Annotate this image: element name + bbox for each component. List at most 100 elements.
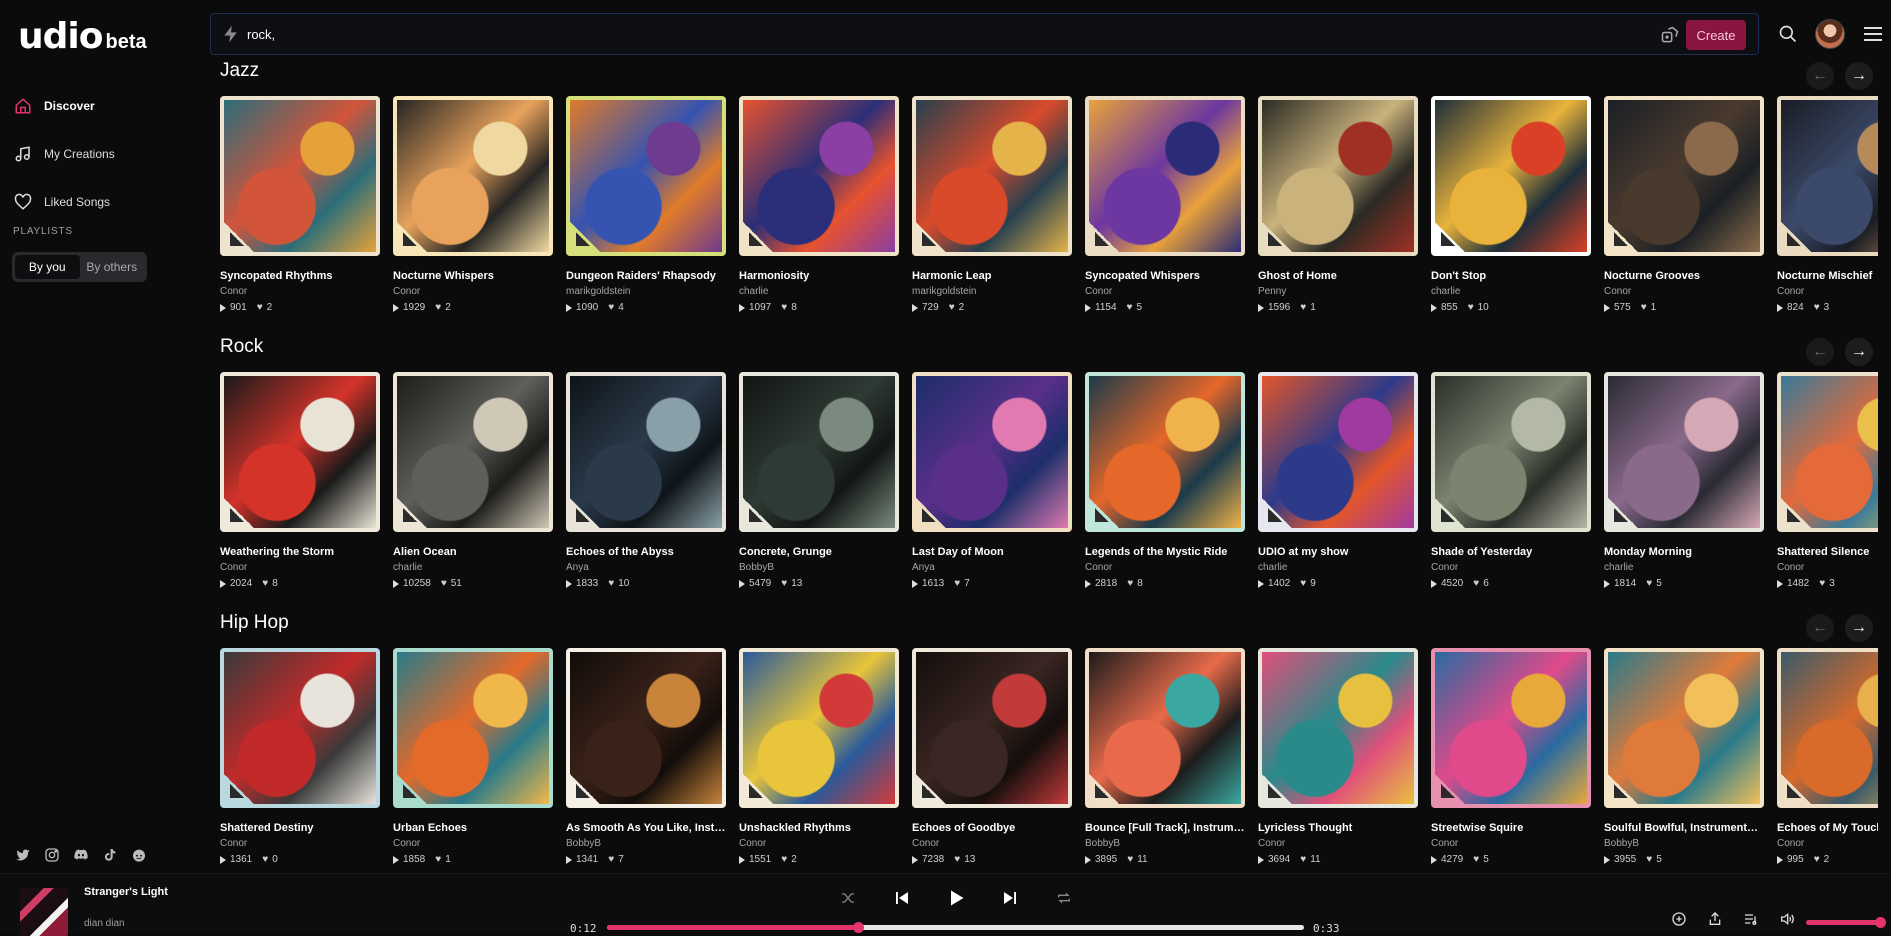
song-card[interactable]: Shade of Yesterday Conor 4520 ♥ 6 [1431,372,1591,589]
random-prompt-icon[interactable] [1660,25,1680,45]
song-card[interactable]: Ghost of Home Penny 1596 ♥ 1 [1258,96,1418,313]
song-artist[interactable]: BobbyB [566,838,726,849]
song-artist[interactable]: Conor [1431,838,1591,849]
song-artist[interactable]: Conor [1258,838,1418,849]
song-card[interactable]: Concrete, Grunge BobbyB 5479 ♥ 13 [739,372,899,589]
song-cover-art[interactable] [1085,96,1245,256]
song-artist[interactable]: marikgoldstein [566,286,726,297]
song-cover-art[interactable] [1777,372,1878,532]
song-artist[interactable]: Conor [220,838,380,849]
song-title[interactable]: Last Day of Moon [912,546,1072,558]
song-title[interactable]: Syncopated Whispers [1085,270,1245,282]
queue-icon[interactable] [1742,910,1760,928]
song-artist[interactable]: Conor [393,286,553,297]
song-artist[interactable]: charlie [739,286,899,297]
discord-icon[interactable] [72,846,89,863]
song-card[interactable]: Syncopated Whispers Conor 1154 ♥ 5 [1085,96,1245,313]
prompt-input[interactable] [247,22,1547,46]
song-card[interactable]: Echoes of Goodbye Conor 7238 ♥ 13 [912,648,1072,865]
song-cover-art[interactable] [1085,648,1245,808]
song-cover-art[interactable] [912,648,1072,808]
song-card[interactable]: Last Day of Moon Anya 1613 ♥ 7 [912,372,1072,589]
play-icon[interactable] [946,888,966,908]
song-artist[interactable]: charlie [1604,562,1764,573]
song-title[interactable]: Shade of Yesterday [1431,546,1591,558]
song-title[interactable]: Shattered Destiny [220,822,380,834]
song-title[interactable]: Weathering the Storm [220,546,380,558]
song-artist[interactable]: Conor [393,838,553,849]
song-cover-art[interactable] [739,372,899,532]
tiktok-icon[interactable] [101,846,118,863]
song-artist[interactable]: Conor [220,562,380,573]
song-card[interactable]: Lyricless Thought Conor 3694 ♥ 11 [1258,648,1418,865]
scroll-right-button[interactable]: → [1845,338,1873,366]
song-title[interactable]: Alien Ocean [393,546,553,558]
song-artist[interactable]: marikgoldstein [912,286,1072,297]
song-cover-art[interactable] [566,96,726,256]
song-cover-art[interactable] [220,372,380,532]
song-artist[interactable]: Anya [912,562,1072,573]
song-card[interactable]: Streetwise Squire Conor 4279 ♥ 5 [1431,648,1591,865]
song-cover-art[interactable] [1258,372,1418,532]
song-artist[interactable]: Penny [1258,286,1418,297]
song-cover-art[interactable] [912,96,1072,256]
song-artist[interactable]: charlie [1431,286,1591,297]
song-card[interactable]: Unshackled Rhythms Conor 1551 ♥ 2 [739,648,899,865]
song-cover-art[interactable] [1777,648,1878,808]
song-card[interactable]: Shattered Destiny Conor 1361 ♥ 0 [220,648,380,865]
song-artist[interactable]: Conor [1085,562,1245,573]
twitter-icon[interactable] [14,846,31,863]
song-card[interactable]: Bounce [Full Track], Instrument... BobbyB… [1085,648,1245,865]
now-playing-cover[interactable] [20,888,68,936]
create-button[interactable]: Create [1686,20,1746,50]
progress-slider[interactable] [607,922,1304,933]
song-artist[interactable]: BobbyB [739,562,899,573]
song-artist[interactable]: Conor [739,838,899,849]
song-cover-art[interactable] [912,372,1072,532]
song-card[interactable]: Weathering the Storm Conor 2024 ♥ 8 [220,372,380,589]
song-artist[interactable]: Conor [1777,286,1878,297]
sidebar-item-liked-songs[interactable]: Liked Songs [14,178,199,226]
song-artist[interactable]: Conor [1777,562,1878,573]
song-title[interactable]: Harmoniosity [739,270,899,282]
song-card[interactable]: Echoes of the Abyss Anya 1833 ♥ 10 [566,372,726,589]
scroll-left-button[interactable]: ← [1806,614,1834,642]
song-cover-art[interactable] [1431,372,1591,532]
next-icon[interactable] [1000,888,1020,908]
song-title[interactable]: Streetwise Squire [1431,822,1591,834]
now-playing-artist[interactable]: dian dian [84,918,125,929]
playlist-tab-by-others[interactable]: By others [80,255,145,279]
song-card[interactable]: Syncopated Rhythms Conor 901 ♥ 2 [220,96,380,313]
song-title[interactable]: Don't Stop [1431,270,1591,282]
add-circle-icon[interactable] [1670,910,1688,928]
song-title[interactable]: Echoes of the Abyss [566,546,726,558]
song-cover-art[interactable] [1431,648,1591,808]
volume-icon[interactable] [1778,910,1796,928]
song-card[interactable]: Dungeon Raiders' Rhapsody marikgoldstein 1… [566,96,726,313]
repeat-icon[interactable] [1054,888,1074,908]
song-title[interactable]: Echoes of Goodbye [912,822,1072,834]
udio-logo[interactable]: udio beta [18,16,147,57]
song-title[interactable]: Dungeon Raiders' Rhapsody [566,270,726,282]
scroll-right-button[interactable]: → [1845,614,1873,642]
song-card[interactable]: Harmonic Leap marikgoldstein 729 ♥ 2 [912,96,1072,313]
song-title[interactable]: Legends of the Mystic Ride [1085,546,1245,558]
song-cover-art[interactable] [739,648,899,808]
song-cover-art[interactable] [566,372,726,532]
song-title[interactable]: Echoes of My Touch [1777,822,1878,834]
song-card[interactable]: Nocturne Grooves Conor 575 ♥ 1 [1604,96,1764,313]
previous-icon[interactable] [892,888,912,908]
song-cover-art[interactable] [393,96,553,256]
song-artist[interactable]: Conor [1431,562,1591,573]
shuffle-icon[interactable] [838,888,858,908]
scroll-left-button[interactable]: ← [1806,62,1834,90]
song-artist[interactable]: BobbyB [1085,838,1245,849]
song-card[interactable]: Don't Stop charlie 855 ♥ 10 [1431,96,1591,313]
song-cover-art[interactable] [393,648,553,808]
song-title[interactable]: Syncopated Rhythms [220,270,380,282]
song-cover-art[interactable] [1431,96,1591,256]
song-artist[interactable]: Conor [220,286,380,297]
search-icon[interactable] [1778,24,1798,44]
song-title[interactable]: Harmonic Leap [912,270,1072,282]
song-artist[interactable]: Conor [1085,286,1245,297]
